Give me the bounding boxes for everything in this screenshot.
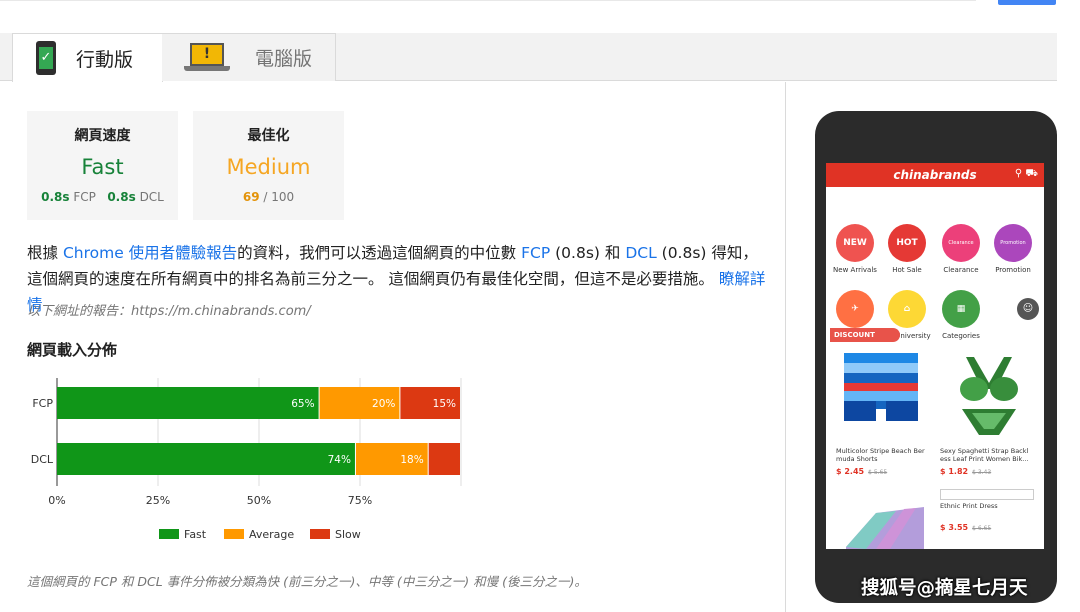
mat-product-image: [846, 507, 924, 549]
price-value: $ 3.55: [940, 523, 969, 532]
category-label: FCP: [32, 397, 53, 410]
category-hot-sale[interactable]: HOT Hot Sale: [880, 224, 934, 274]
bar-fast: [57, 443, 355, 475]
category-label: New Arrivals: [833, 266, 877, 274]
category-icon: HOT: [888, 224, 926, 262]
legend-swatch-average: [224, 529, 244, 539]
account-float-icon: ☺: [1017, 298, 1039, 320]
x-tick-label: 50%: [247, 494, 271, 507]
app-header: chinabrands ⚲ ⛟: [826, 163, 1044, 187]
distribution-title: 網頁載入分佈: [27, 341, 118, 359]
category-icon: ▦: [942, 290, 980, 328]
desc-text-2: 的資料，我們可以透過這個網頁的中位數: [237, 244, 522, 262]
product-price: $ 1.82 $ 3.43: [940, 467, 991, 476]
tab-mobile-label: 行動版: [76, 48, 134, 71]
optimization-title: 最佳化: [247, 128, 290, 144]
category-icon: NEW: [836, 224, 874, 262]
mobile-phone-icon: ✓: [36, 41, 56, 75]
tab-desktop[interactable]: ! 電腦版: [162, 33, 336, 81]
bikini-product-image: [960, 357, 1018, 435]
x-tick-label: 0%: [48, 494, 65, 507]
old-price-value: $ 6.65: [972, 525, 992, 532]
category-clearance[interactable]: Clearance Clearance: [934, 224, 988, 274]
category-promotion[interactable]: Promotion Promotion: [986, 224, 1040, 274]
bar-data-label: 20%: [372, 398, 395, 410]
top-divider: [0, 0, 976, 1]
old-price-value: $ 3.43: [972, 469, 992, 476]
bar-data-label: 65%: [291, 398, 314, 410]
dcl-value: 0.8s: [107, 190, 136, 204]
price-value: $ 1.82: [940, 467, 969, 476]
chrome-ux-report-link[interactable]: Chrome 使用者體驗報告: [63, 244, 237, 262]
mobile-preview-screen: chinabrands ⚲ ⛟ NEW New Arrivals HOT Hot Sa…: [826, 163, 1044, 549]
laptop-warning-icon: !: [184, 42, 230, 73]
product-price: $ 3.55 $ 6.65: [940, 523, 991, 532]
dcl-label: DCL: [139, 190, 164, 204]
page-speed-title: 網頁速度: [74, 128, 131, 144]
page-speed-value: Fast: [81, 155, 124, 179]
optimization-score-value: 69: [242, 190, 260, 204]
category-icon: ⌂: [888, 290, 926, 328]
category-icon: ✈: [836, 290, 874, 328]
bar-fast: [57, 387, 319, 419]
dcl-link[interactable]: DCL: [625, 244, 656, 262]
category-label: Hot Sale: [892, 266, 922, 274]
bar-data-label: 18%: [400, 454, 423, 466]
category-icon: Promotion: [994, 224, 1032, 262]
category-categories[interactable]: ▦ Categories: [934, 290, 988, 340]
optimization-score: 69 / 100: [193, 190, 344, 204]
shorts-product-image: [844, 353, 918, 421]
fcp-label: FCP: [73, 190, 96, 204]
category-label: Promotion: [995, 266, 1031, 274]
x-tick-label: 25%: [146, 494, 170, 507]
category-icon: Clearance: [942, 224, 980, 262]
discount-banner: DISCOUNT: [830, 328, 900, 342]
old-price-value: $ 5.65: [868, 469, 888, 476]
watermark: 搜狐号@摘星七月天: [861, 578, 1028, 599]
optimization-card: 最佳化 Medium 69 / 100: [193, 111, 344, 220]
desc-text-1: 根據: [27, 244, 63, 262]
price-value: $ 2.45: [836, 467, 865, 476]
tab-mobile[interactable]: ✓ 行動版: [12, 33, 163, 82]
fcp-link[interactable]: FCP: [521, 244, 550, 262]
product-name: Ethnic Print Dress: [940, 502, 998, 510]
bar-slow: [428, 443, 460, 475]
product-name: Sexy Spaghetti Strap Backl ess Leaf Prin…: [940, 447, 1029, 463]
desc-text-3: (0.8s) 和: [550, 244, 626, 262]
report-url-note: 以下網址的報告：https://m.chinabrands.com/: [27, 304, 311, 319]
legend-label-average: Average: [249, 528, 294, 541]
legend-swatch-slow: [310, 529, 330, 539]
device-tabbar: ✓ 行動版 ! 電腦版: [0, 33, 1057, 82]
product-price: $ 2.45 $ 5.65: [836, 467, 887, 476]
tab-desktop-label: 電腦版: [255, 48, 313, 70]
product-image-placeholder: [940, 489, 1034, 500]
bar-data-label: 74%: [328, 454, 351, 466]
mobile-preview-phone: chinabrands ⚲ ⛟ NEW New Arrivals HOT Hot Sa…: [815, 111, 1057, 603]
panel-divider: [785, 82, 786, 612]
search-cart-icon: ⚲ ⛟: [1014, 168, 1038, 179]
distribution-footnote: 這個網頁的 FCP 和 DCL 事件分佈被分類為快 (前三分之一)、中等 (中三…: [27, 574, 587, 589]
category-label: Categories: [942, 332, 980, 340]
category-label: DCL: [31, 453, 54, 466]
optimization-value: Medium: [226, 155, 311, 179]
legend-label-fast: Fast: [184, 528, 207, 541]
bar-data-label: 15%: [433, 398, 456, 410]
app-logo: chinabrands: [893, 168, 977, 182]
load-distribution-chart: 0% 25% 50% 75% FCP 65% 20% 15% DCL 74% 18% Fast Ave…: [31, 378, 462, 541]
legend-label-slow: Slow: [335, 528, 361, 541]
legend-swatch-fast: [159, 529, 179, 539]
page-speed-metrics: 0.8s FCP 0.8s DCL: [27, 190, 178, 204]
x-tick-label: 75%: [348, 494, 372, 507]
optimization-score-max: / 100: [263, 190, 295, 204]
fcp-value: 0.8s: [41, 190, 70, 204]
category-new-arrivals[interactable]: NEW New Arrivals: [828, 224, 882, 274]
category-label: Clearance: [943, 266, 979, 274]
product-name: Multicolor Stripe Beach Ber muda Shorts: [836, 447, 925, 463]
page-speed-card: 網頁速度 Fast 0.8s FCP 0.8s DCL: [27, 111, 178, 220]
top-action-button[interactable]: [998, 0, 1056, 5]
